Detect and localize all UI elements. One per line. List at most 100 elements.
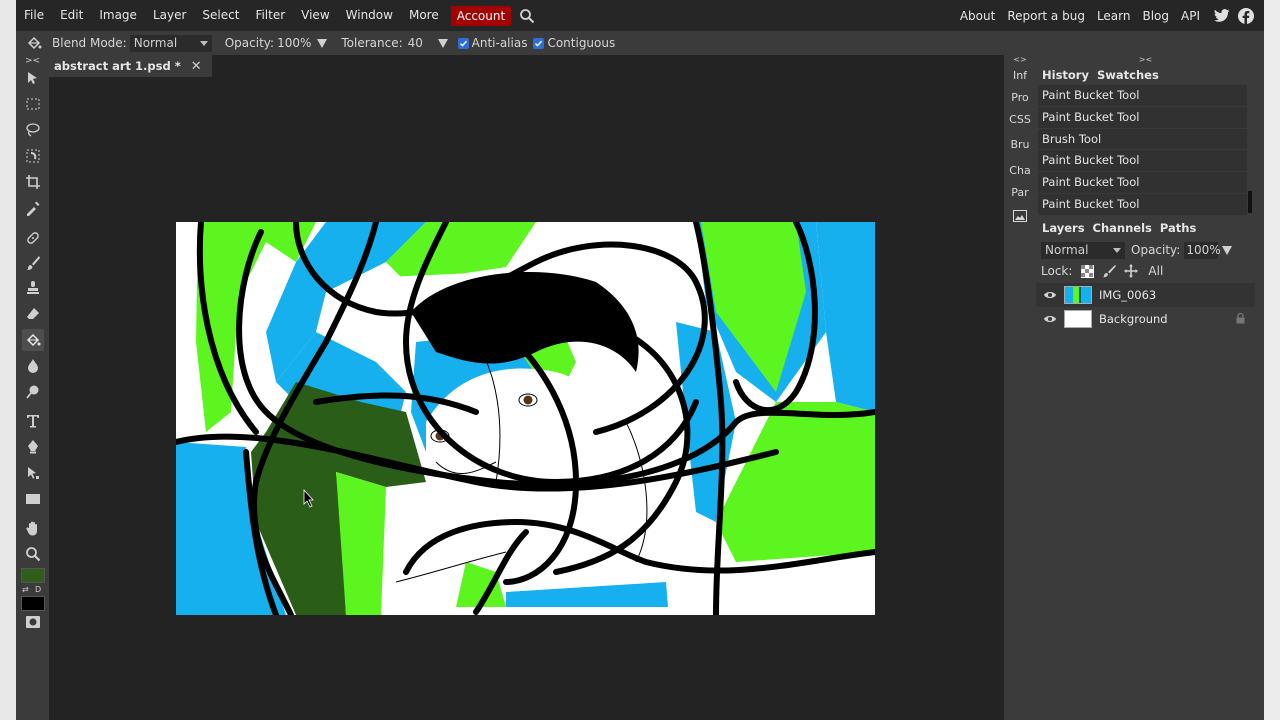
link-learn[interactable]: Learn (1091, 9, 1137, 23)
blend-mode-value: Normal (133, 36, 178, 50)
paragraph-panel-button[interactable]: Par (1004, 186, 1036, 199)
contiguous-label: Contiguous (547, 36, 616, 50)
layer-blend-mode-select[interactable]: Normal (1041, 241, 1125, 259)
character-panel-button[interactable]: Cha (1004, 164, 1036, 177)
opacity-label: Opacity: (224, 36, 275, 50)
antialias-checkbox[interactable] (457, 37, 469, 49)
properties-panel-button[interactable]: Pro (1004, 91, 1036, 104)
brush-tool-icon[interactable] (22, 252, 44, 274)
left-margin (0, 0, 16, 720)
close-icon[interactable]: ✕ (191, 59, 202, 74)
history-item[interactable]: Paint Bucket Tool (1038, 172, 1247, 194)
brush-panel-button[interactable]: Bru (1004, 138, 1036, 151)
tab-swatches[interactable]: Swatches (1093, 68, 1163, 82)
link-about[interactable]: About (954, 9, 1001, 23)
clone-stamp-tool-icon[interactable] (22, 277, 44, 299)
menu-view[interactable]: View (293, 0, 337, 31)
paint-bucket-icon[interactable] (26, 35, 42, 51)
tab-layers[interactable]: Layers (1038, 221, 1089, 235)
eye-icon[interactable] (1044, 313, 1056, 325)
menu-layer[interactable]: Layer (145, 0, 194, 31)
move-tool-icon[interactable] (22, 67, 44, 89)
default-colors-icon[interactable]: D (35, 585, 41, 594)
link-blog[interactable]: Blog (1136, 9, 1175, 23)
quick-select-tool-icon[interactable] (22, 145, 44, 167)
opacity-value[interactable]: 100% (277, 36, 311, 50)
tolerance-input[interactable]: 40 (406, 35, 434, 52)
history-scrollbar[interactable] (1248, 191, 1252, 213)
layer-opacity-dropdown-icon[interactable] (1222, 245, 1233, 255)
menu-account[interactable]: Account (450, 5, 512, 26)
menu-file[interactable]: File (16, 0, 52, 31)
toolbar-collapse-toggle[interactable]: >< (16, 56, 49, 66)
background-color-swatch[interactable] (21, 596, 45, 611)
path-select-tool-icon[interactable] (22, 462, 44, 484)
opacity-dropdown-icon[interactable] (317, 38, 328, 48)
marquee-tool-icon[interactable] (22, 93, 44, 115)
panel-edge (1255, 55, 1264, 720)
canvas-workspace[interactable]: abstract art 1.psd * ✕ (49, 55, 1004, 720)
eraser-tool-icon[interactable] (22, 303, 44, 325)
pen-tool-icon[interactable] (22, 436, 44, 458)
image-panel-icon[interactable] (1004, 210, 1036, 225)
search-icon[interactable] (519, 8, 535, 24)
history-item[interactable]: Brush Tool (1038, 129, 1247, 151)
layer-row[interactable]: IMG_0063 (1036, 283, 1255, 307)
type-tool-icon[interactable] (22, 410, 44, 432)
healing-brush-tool-icon[interactable] (22, 227, 44, 249)
rectangle-tool-icon[interactable] (22, 488, 44, 510)
menu-more[interactable]: More (401, 0, 447, 31)
layer-blend-mode-value: Normal (1045, 243, 1089, 257)
tab-history[interactable]: History (1038, 68, 1093, 82)
tolerance-dropdown-icon[interactable] (437, 38, 448, 48)
history-item[interactable]: Paint Bucket Tool (1038, 85, 1247, 107)
facebook-icon[interactable] (1238, 7, 1254, 24)
menu-window[interactable]: Window (338, 0, 401, 31)
dodge-tool-icon[interactable] (22, 381, 44, 403)
hand-tool-icon[interactable] (22, 517, 44, 539)
lock-pixels-brush-icon[interactable] (1102, 264, 1117, 278)
history-item[interactable]: Paint Bucket Tool (1038, 150, 1247, 173)
tab-paths[interactable]: Paths (1156, 221, 1200, 235)
tab-channels[interactable]: Channels (1089, 221, 1156, 235)
layer-opacity-input[interactable]: 100% (1184, 241, 1221, 259)
menu-image[interactable]: Image (91, 0, 145, 31)
menu-filter[interactable]: Filter (247, 0, 293, 31)
lock-all-label[interactable]: All (1148, 264, 1163, 278)
quick-mask-icon[interactable] (22, 611, 44, 633)
crop-tool-icon[interactable] (22, 171, 44, 193)
contiguous-checkbox[interactable] (533, 37, 545, 49)
twitter-icon[interactable] (1214, 8, 1230, 24)
layer-row[interactable]: Background (1036, 307, 1255, 331)
eye-icon[interactable] (1044, 289, 1056, 301)
lock-transparency-icon[interactable] (1080, 264, 1094, 278)
css-panel-button[interactable]: CSS (1004, 113, 1036, 126)
right-margin (1264, 0, 1280, 720)
link-api[interactable]: API (1175, 9, 1206, 23)
chevron-down-icon (1113, 247, 1121, 253)
side-strip-collapse-toggle[interactable]: <> (1004, 55, 1036, 65)
eyedropper-tool-icon[interactable] (22, 197, 44, 219)
history-item[interactable]: Paint Bucket Tool (1038, 107, 1247, 129)
paint-bucket-tool-icon[interactable] (22, 329, 44, 351)
menu-select[interactable]: Select (194, 0, 247, 31)
tool-options-bar: Blend Mode: Normal Opacity: 100% Toleran… (16, 31, 1264, 55)
blur-tool-icon[interactable] (22, 355, 44, 377)
panel-collapse-toggle[interactable]: >< (1036, 55, 1255, 65)
swap-colors-icon[interactable]: ⇄ (22, 585, 29, 594)
link-report-bug[interactable]: Report a bug (1001, 9, 1091, 23)
lock-position-move-icon[interactable] (1124, 264, 1139, 278)
info-panel-button[interactable]: Inf (1004, 69, 1036, 82)
foreground-color-swatch[interactable] (21, 568, 45, 583)
lasso-tool-icon[interactable] (22, 119, 44, 141)
layer-name[interactable]: Background (1099, 312, 1168, 326)
history-tabs: History Swatches (1036, 65, 1255, 84)
document-canvas[interactable] (176, 222, 875, 615)
history-item[interactable]: Paint Bucket Tool (1038, 194, 1247, 215)
tools-panel: >< ⇄ D (16, 55, 49, 720)
layer-name[interactable]: IMG_0063 (1099, 288, 1156, 302)
blend-mode-select[interactable]: Normal (129, 34, 212, 52)
document-tab[interactable]: abstract art 1.psd * ✕ (49, 55, 212, 77)
zoom-tool-icon[interactable] (22, 543, 44, 565)
menu-edit[interactable]: Edit (52, 0, 91, 31)
